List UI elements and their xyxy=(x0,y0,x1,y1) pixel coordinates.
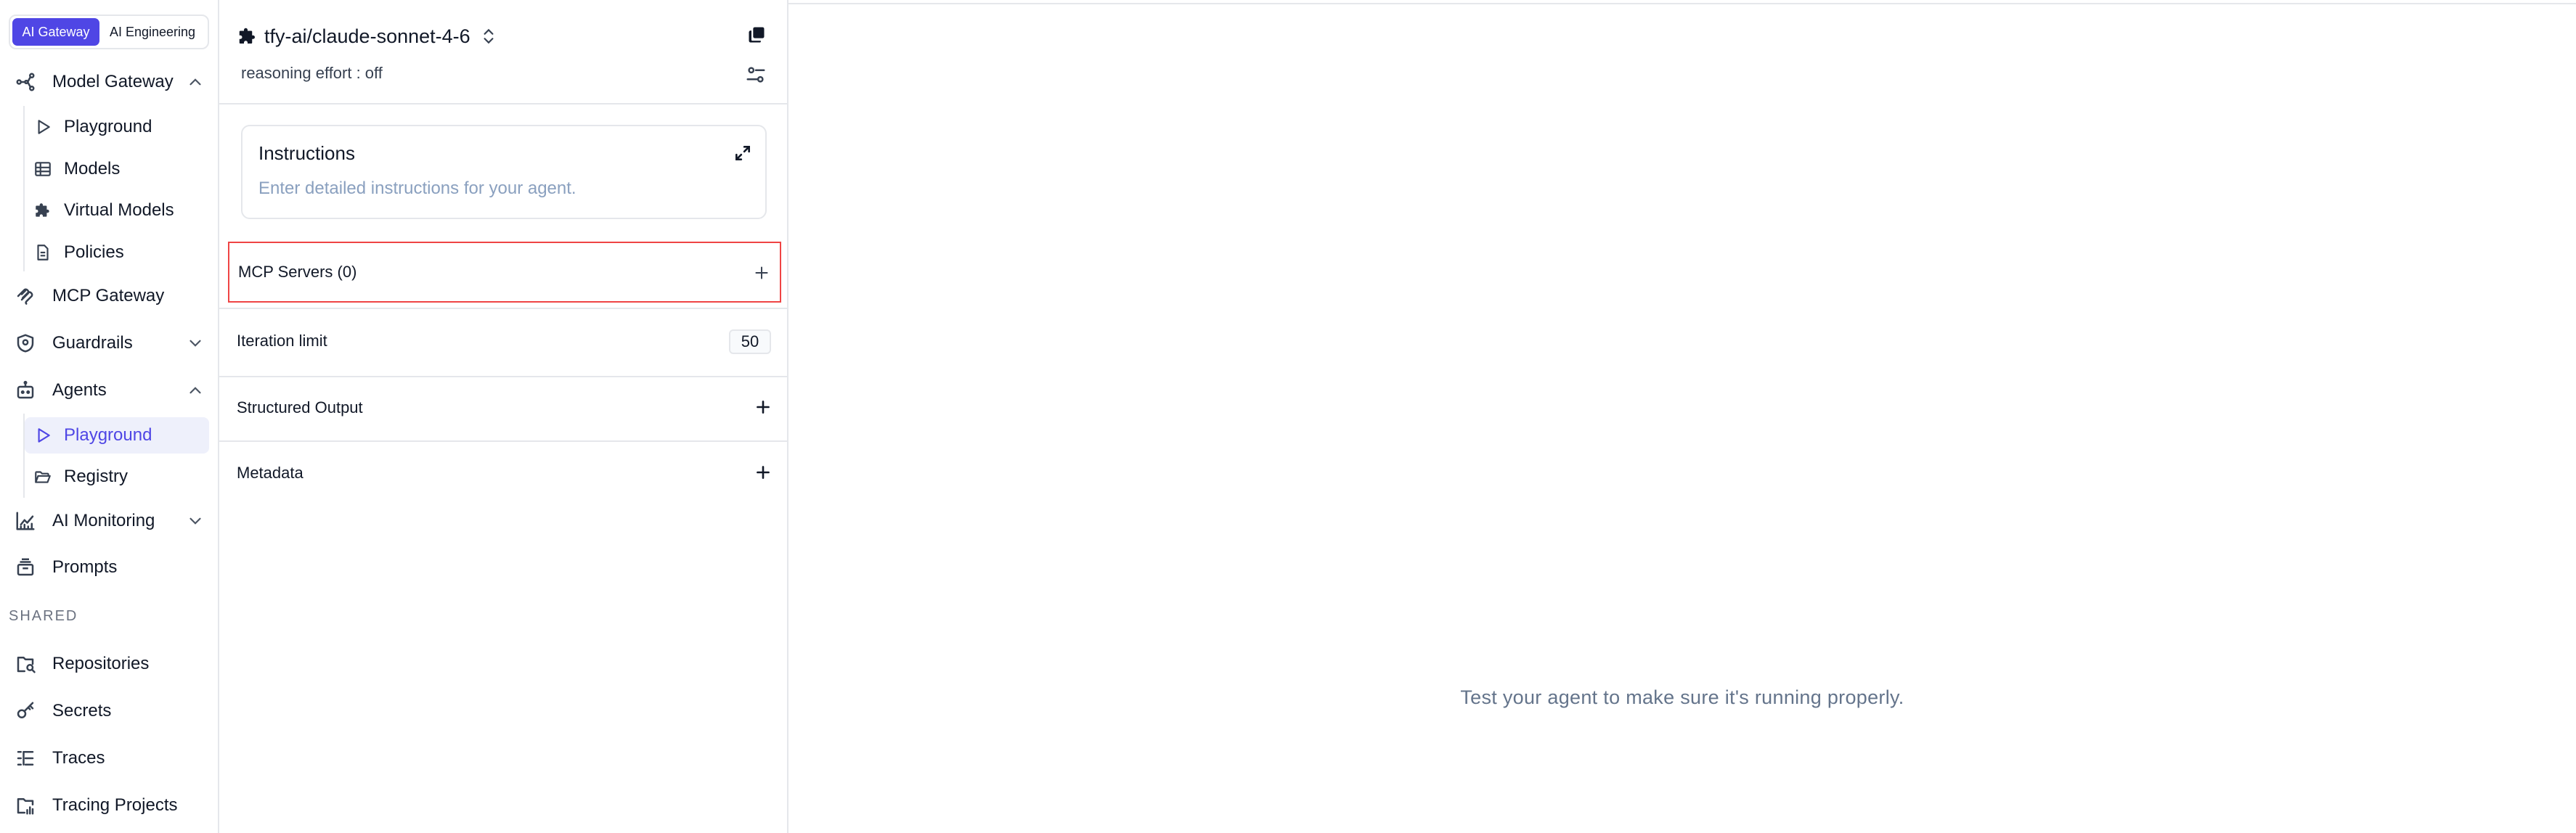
chart-line-icon xyxy=(15,510,36,532)
sidebar-item-label: Secrets xyxy=(52,701,112,721)
sidebar-item-prompts[interactable]: Prompts xyxy=(9,549,212,586)
table-icon xyxy=(33,160,52,178)
folder-open-icon xyxy=(33,467,52,486)
sidebar-item-secrets[interactable]: Secrets xyxy=(9,693,212,729)
test-area: Test your agent to make sure it's runnin… xyxy=(788,0,2576,833)
sidebar-item-models[interactable]: Models xyxy=(25,151,209,187)
key-icon xyxy=(15,700,36,722)
document-icon xyxy=(33,243,52,262)
expand-icon[interactable] xyxy=(733,144,752,163)
folder-chart-icon xyxy=(15,795,36,816)
mcp-icon xyxy=(15,285,36,307)
sidebar-item-label: Repositories xyxy=(52,654,150,673)
bot-icon xyxy=(15,379,36,401)
instructions-card: Instructions xyxy=(241,125,767,219)
iteration-limit-row: Iteration limit 50 xyxy=(228,311,781,372)
chevron-up-icon xyxy=(186,381,205,400)
sidebar-item-traces[interactable]: Traces xyxy=(9,740,212,776)
sidebar-item-label: Model Gateway xyxy=(52,72,174,91)
sidebar-item-agents-playground[interactable]: Playground xyxy=(25,417,209,454)
model-selector[interactable]: tfy-ai/claude-sonnet-4-6 xyxy=(237,22,498,51)
mcp-servers-label: MCP Servers (0) xyxy=(238,263,357,281)
sidebar-item-label: Tracing Projects xyxy=(52,795,178,815)
mcp-servers-row[interactable]: MCP Servers (0) xyxy=(228,242,781,303)
sidebar-item-policies[interactable]: Policies xyxy=(25,234,209,271)
sidebar-item-label: Policies xyxy=(64,242,124,262)
list-tree-icon xyxy=(15,747,36,769)
sidebar-item-mcp-gateway[interactable]: MCP Gateway xyxy=(9,278,212,314)
sidebar-item-label: Agents xyxy=(52,380,107,400)
sliders-icon[interactable] xyxy=(745,64,767,86)
sidebar-item-label: Playground xyxy=(64,425,152,445)
stack-icon xyxy=(15,557,36,578)
shield-icon xyxy=(15,332,36,354)
sidebar-item-agents[interactable]: Agents xyxy=(9,372,212,409)
plus-icon[interactable] xyxy=(754,463,773,482)
instructions-title: Instructions xyxy=(258,142,355,164)
chevron-up-icon xyxy=(186,73,205,91)
copy-icon[interactable] xyxy=(746,25,767,45)
product-switcher: AI Gateway AI Engineering xyxy=(9,15,209,49)
divider xyxy=(219,440,787,442)
sidebar-item-label: Models xyxy=(64,159,121,178)
chevrons-up-down-icon xyxy=(479,27,498,46)
sidebar-item-label: Virtual Models xyxy=(64,200,174,220)
play-icon xyxy=(33,118,52,136)
puzzle-icon xyxy=(33,201,52,220)
chevron-down-icon xyxy=(186,334,205,353)
agent-config-panel: tfy-ai/claude-sonnet-4-6 reasoning effor… xyxy=(219,0,788,833)
switch-ai-gateway[interactable]: AI Gateway xyxy=(12,18,99,46)
model-name: tfy-ai/claude-sonnet-4-6 xyxy=(264,25,470,47)
switch-ai-engineering[interactable]: AI Engineering xyxy=(99,18,205,46)
sidebar: AI Gateway AI Engineering Model Gateway … xyxy=(0,0,219,833)
sidebar-item-tracing-projects[interactable]: Tracing Projects xyxy=(9,787,212,824)
sidebar-item-playground[interactable]: Playground xyxy=(25,109,209,145)
divider xyxy=(219,103,787,104)
instructions-input[interactable] xyxy=(258,178,738,199)
divider xyxy=(788,3,2576,4)
divider xyxy=(219,308,787,309)
sidebar-item-label: Registry xyxy=(64,467,129,486)
sidebar-item-label: Guardrails xyxy=(52,333,133,353)
metadata-row[interactable]: Metadata xyxy=(228,443,781,504)
sidebar-item-ai-monitoring[interactable]: AI Monitoring xyxy=(9,503,212,539)
sidebar-item-registry[interactable]: Registry xyxy=(25,459,209,495)
folder-search-icon xyxy=(15,653,36,675)
plus-icon[interactable] xyxy=(752,263,771,282)
metadata-label: Metadata xyxy=(237,464,303,482)
sidebar-item-label: MCP Gateway xyxy=(52,286,165,305)
plus-icon[interactable] xyxy=(754,398,773,416)
reasoning-effort: reasoning effort : off xyxy=(241,64,383,82)
structured-output-row[interactable]: Structured Output xyxy=(228,377,781,438)
chevron-down-icon xyxy=(186,512,205,530)
sidebar-item-repositories[interactable]: Repositories xyxy=(9,646,212,682)
iteration-limit-input[interactable]: 50 xyxy=(729,329,771,354)
empty-state-message: Test your agent to make sure it's runnin… xyxy=(1460,686,1904,708)
structured-output-label: Structured Output xyxy=(237,398,363,416)
iteration-limit-label: Iteration limit xyxy=(237,332,327,350)
sidebar-item-virtual-models[interactable]: Virtual Models xyxy=(25,192,209,229)
section-label-shared: SHARED xyxy=(9,608,78,624)
sidebar-item-label: Prompts xyxy=(52,557,118,577)
sidebar-item-label: AI Monitoring xyxy=(52,511,155,530)
play-icon xyxy=(33,426,52,445)
sidebar-item-model-gateway[interactable]: Model Gateway xyxy=(9,64,212,100)
sidebar-item-label: Traces xyxy=(52,748,105,768)
sidebar-item-guardrails[interactable]: Guardrails xyxy=(9,325,212,361)
puzzle-icon xyxy=(237,25,258,47)
sidebar-item-label: Playground xyxy=(64,117,152,136)
network-icon xyxy=(15,71,36,93)
